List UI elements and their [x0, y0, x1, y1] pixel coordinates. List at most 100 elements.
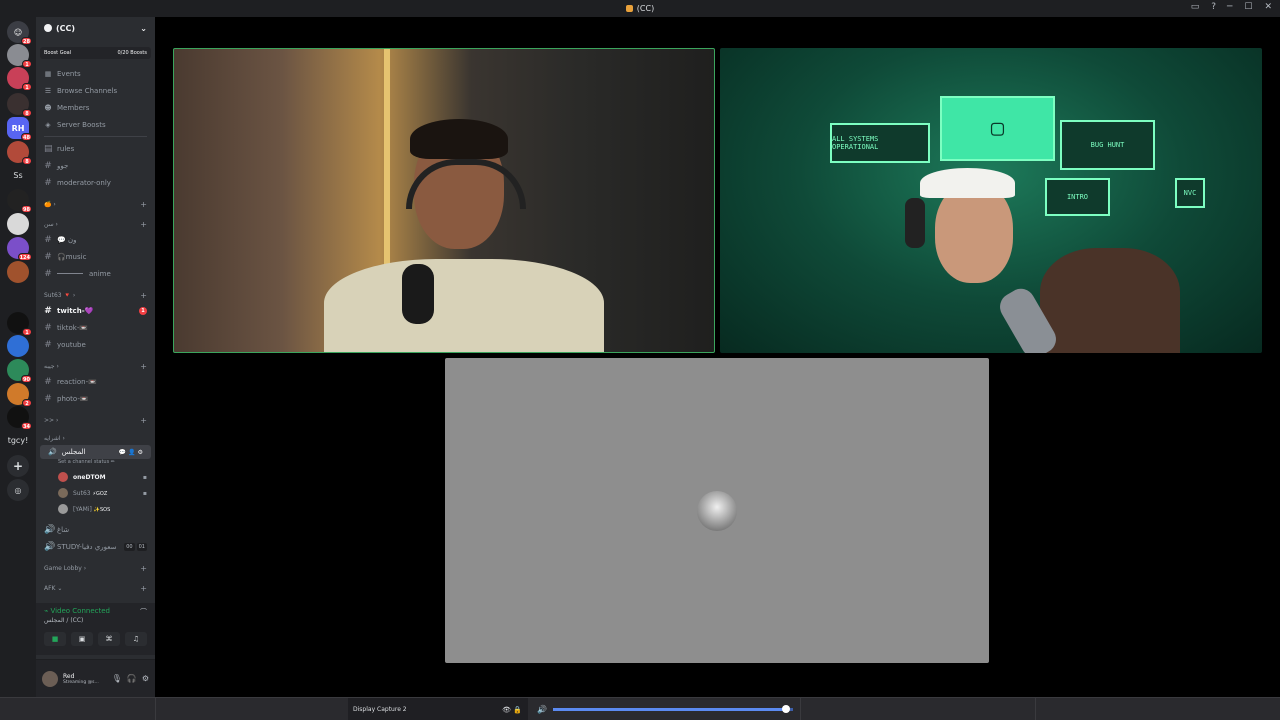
voice-user[interactable]: Sut63 ⚡GOZ ▪	[36, 485, 155, 501]
channel-rules[interactable]: ▤ rules	[36, 140, 155, 157]
server-text-icon[interactable]: tgcy!	[4, 436, 32, 445]
voice-user[interactable]: [YAMi] ✨SOS	[36, 501, 155, 517]
voice-channel-status[interactable]: Set a channel status ✏	[36, 459, 155, 469]
server-icon[interactable]: 34	[7, 406, 32, 430]
discover-icon[interactable]: ◎	[7, 479, 29, 501]
channel-twitch[interactable]: # twitch-💜 1	[36, 302, 155, 319]
add-server-icon[interactable]: +	[7, 455, 29, 477]
voice-location[interactable]: المجلس / (CC)	[44, 617, 147, 624]
voice-channel[interactable]: 🔊 شاغ	[36, 521, 155, 538]
activity-button[interactable]: ⌘	[98, 632, 120, 646]
channel-photo[interactable]: # photo-📼	[36, 390, 155, 407]
voice-channel-active[interactable]: 🔊 المجلس 💬 👤 ⚙	[40, 445, 151, 459]
video-tile-avatar-only[interactable]	[445, 358, 989, 663]
avatar[interactable]	[42, 670, 58, 687]
plus-icon[interactable]: +	[140, 362, 147, 371]
divider	[800, 698, 801, 720]
video-tile-speaker-1[interactable]	[173, 48, 715, 353]
channel-label: youtube	[57, 340, 86, 349]
category-2[interactable]: سن › +	[36, 217, 155, 231]
server-icon[interactable]: 124	[7, 237, 32, 261]
close-button[interactable]: ✕	[1264, 2, 1272, 12]
channel-label: شاغ	[57, 525, 70, 534]
server-icon[interactable]: 1	[7, 312, 32, 336]
divider	[155, 698, 156, 720]
server-icon[interactable]	[7, 213, 29, 235]
channel-label: 🎧music	[57, 252, 87, 261]
server-text-icon[interactable]: Ss	[4, 171, 32, 180]
timer-part: 00	[124, 542, 135, 551]
plus-icon[interactable]: +	[140, 564, 147, 573]
category-4[interactable]: جيبه › +	[36, 359, 155, 373]
plus-icon[interactable]: +	[140, 416, 147, 425]
speaker-icon[interactable]: 🔊	[537, 705, 547, 714]
server-icon[interactable]: 2	[7, 383, 32, 407]
category-5[interactable]: >> › +	[36, 413, 155, 427]
channel-youtube[interactable]: # youtube	[36, 336, 155, 353]
lock-icon[interactable]: 🔒	[513, 706, 522, 714]
server-icon[interactable]: 98	[7, 189, 32, 213]
microphone-icon[interactable]: 🎙	[112, 674, 122, 683]
eye-icon[interactable]: 👁	[502, 706, 511, 714]
category-3[interactable]: Sut63 🔻 › +	[36, 288, 155, 302]
server-icon[interactable]: 1	[7, 44, 32, 68]
server-home[interactable]: ☺ 28	[7, 21, 32, 45]
video-tile-speaker-2[interactable]: ALL SYSTEMS OPERATIONAL ▢ BUG HUNT INTRO…	[720, 48, 1262, 353]
category-label: >> ›	[44, 416, 59, 424]
headphones-icon[interactable]: 🎧	[127, 674, 137, 683]
voice-channel-study[interactable]: 🔊 STUDY-سعوري دفيا 00 01	[36, 538, 155, 555]
plus-icon[interactable]: +	[140, 584, 147, 593]
category-afk[interactable]: AFK ⌄ +	[36, 581, 155, 595]
nav-browse-channels[interactable]: ☰ Browse Channels	[36, 82, 155, 99]
channel-tiktok[interactable]: # tiktok-📼	[36, 319, 155, 336]
channel-item[interactable]: # جوو	[36, 157, 155, 174]
server-badge: 124	[17, 253, 32, 261]
category-game-lobby[interactable]: Game Lobby › +	[36, 561, 155, 575]
channel-item[interactable]: # 💬 ون	[36, 231, 155, 248]
robot-icon: ▢	[990, 116, 1005, 141]
user-panel: Red Streaming @s... 🎙 🎧 ⚙	[36, 659, 155, 697]
boost-goal[interactable]: Boost Goal 0/20 Boosts	[40, 47, 151, 59]
source-item[interactable]: Display Capture 2 👁 🔒	[348, 698, 528, 720]
nav-server-boosts[interactable]: ◈ Server Boosts	[36, 116, 155, 133]
volume-knob[interactable]	[781, 705, 790, 713]
voice-user[interactable]: oneDTOM ▪	[36, 469, 155, 485]
inbox-icon[interactable]: ▭	[1191, 2, 1200, 12]
minimize-button[interactable]: ─	[1227, 2, 1232, 12]
soundboard-button[interactable]: ♫	[125, 632, 147, 646]
server-icon[interactable]: 90	[7, 359, 32, 383]
disconnect-icon[interactable]: ⌒	[140, 607, 147, 617]
nav-members[interactable]: ☻ Members	[36, 99, 155, 116]
nav-events[interactable]: ▦ Events	[36, 65, 155, 82]
help-icon[interactable]: ?	[1211, 2, 1216, 12]
server-icon[interactable]: 8	[7, 141, 32, 165]
hash-icon: #	[44, 160, 52, 171]
plus-icon[interactable]: +	[140, 220, 147, 229]
voice-connection-panel: ⌁ Video Connected ⌒ المجلس / (CC) ■ ▣ ⌘ ♫	[36, 603, 155, 655]
server-icon[interactable]: 1	[7, 67, 32, 91]
category-1[interactable]: 🍊 › +	[36, 197, 155, 211]
maximize-button[interactable]: ☐	[1244, 2, 1252, 12]
screen-share-button[interactable]: ▣	[71, 632, 93, 646]
server-icon[interactable]: 8	[7, 93, 32, 117]
channel-music[interactable]: # 🎧music	[36, 248, 155, 265]
nav-label: Events	[57, 69, 81, 78]
channel-moderator-only[interactable]: # moderator-only	[36, 174, 155, 191]
camera-button[interactable]: ■	[44, 632, 66, 646]
server-icon[interactable]	[7, 335, 29, 357]
server-icon[interactable]: RH 48	[7, 117, 32, 141]
voice-channel-actions[interactable]: 💬 👤 ⚙	[119, 449, 143, 456]
user-name[interactable]: Red	[63, 673, 107, 680]
category-6[interactable]: اشرايه ›	[36, 431, 155, 445]
plus-icon[interactable]: +	[140, 200, 147, 209]
timer-part: 01	[136, 542, 147, 551]
plus-icon[interactable]: +	[140, 291, 147, 300]
channel-reaction[interactable]: # reaction-📼	[36, 373, 155, 390]
guild-header[interactable]: (CC) ⌄	[36, 17, 155, 39]
gear-icon[interactable]: ⚙	[142, 674, 149, 683]
volume-slider[interactable]	[552, 705, 793, 713]
channel-anime[interactable]: # anime	[36, 265, 155, 282]
category-label: AFK ⌄	[44, 584, 63, 592]
server-icon[interactable]	[7, 261, 29, 283]
app-window: (CC) ▭ ? ─ ☐ ✕ ☺ 28 1 1 8 RH 48 8 Ss 98 1…	[0, 0, 1280, 720]
